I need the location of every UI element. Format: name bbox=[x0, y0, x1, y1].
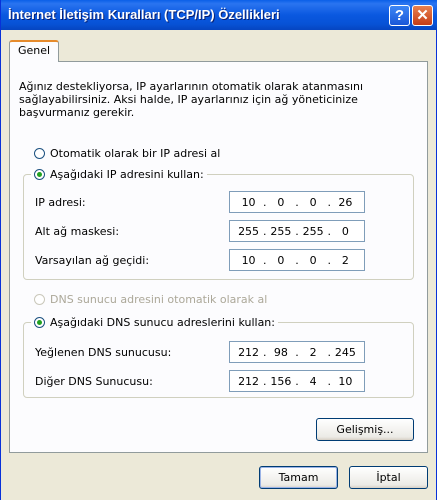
preferred-dns-label: Yeğlenen DNS sunucusu: bbox=[35, 346, 172, 359]
alternate-dns-label: Diğer DNS Sunucusu: bbox=[35, 375, 153, 388]
octet: 10 bbox=[241, 195, 256, 209]
radio-checked-icon bbox=[34, 317, 45, 328]
octet: 212 bbox=[238, 345, 260, 359]
octet: 212 bbox=[238, 374, 260, 388]
ip-address-input[interactable]: 10. 0. 0. 26 bbox=[229, 191, 365, 213]
octet: 0 bbox=[341, 224, 349, 238]
octet: 0 bbox=[277, 253, 285, 267]
octet: 255 bbox=[238, 224, 260, 238]
gateway-input[interactable]: 10. 0. 0. 2 bbox=[229, 249, 365, 271]
ok-button[interactable]: Tamam bbox=[259, 466, 338, 489]
ip-auto-radio[interactable]: Otomatik olarak bir IP adresi al bbox=[34, 147, 220, 160]
dns-manual-radio[interactable]: Aşağıdaki DNS sunucu adreslerini kullan: bbox=[31, 316, 278, 329]
ip-auto-label: Otomatik olarak bir IP adresi al bbox=[50, 147, 221, 160]
intro-text: Ağınız destekliyorsa, IP ayarlarının oto… bbox=[19, 80, 379, 119]
intro-line: sağlayabilirsiniz. Aksi halde, IP ayarla… bbox=[19, 93, 358, 106]
tab-genel[interactable]: Genel bbox=[9, 40, 59, 62]
octet: 10 bbox=[338, 374, 353, 388]
alternate-dns-input[interactable]: 212. 156. 4. 10 bbox=[229, 370, 365, 392]
window-title: İnternet İletişim Kuralları (TCP/IP) Öze… bbox=[8, 7, 280, 22]
ip-address-label: IP adresi: bbox=[35, 196, 86, 209]
octet: 0 bbox=[309, 195, 317, 209]
octet: 2 bbox=[309, 345, 317, 359]
octet: 98 bbox=[273, 345, 288, 359]
octet: 2 bbox=[341, 253, 349, 267]
octet: 26 bbox=[338, 195, 353, 209]
intro-line: başvurmanız gerekir. bbox=[19, 106, 135, 119]
radio-disabled-icon bbox=[34, 294, 45, 305]
subnet-mask-label: Alt ağ maskesi: bbox=[35, 225, 120, 238]
preferred-dns-input[interactable]: 212. 98. 2. 245 bbox=[229, 341, 365, 363]
dialog-window: İnternet İletişim Kuralları (TCP/IP) Öze… bbox=[0, 0, 437, 500]
intro-line: Ağınız destekliyorsa, IP ayarlarının oto… bbox=[19, 80, 364, 93]
dns-manual-label: Aşağıdaki DNS sunucu adreslerini kullan: bbox=[50, 316, 275, 329]
advanced-button[interactable]: Gelişmiş... bbox=[316, 418, 414, 441]
octet: 255 bbox=[270, 224, 292, 238]
octet: 255 bbox=[302, 224, 324, 238]
ip-manual-radio[interactable]: Aşağıdaki IP adresini kullan: bbox=[31, 168, 207, 181]
dns-auto-label: DNS sunucu adresini otomatik olarak al bbox=[50, 293, 268, 306]
cancel-button[interactable]: İptal bbox=[349, 466, 428, 489]
radio-checked-icon bbox=[34, 169, 45, 180]
title-bar[interactable]: İnternet İletişim Kuralları (TCP/IP) Öze… bbox=[1, 0, 437, 30]
close-button[interactable]: ✕ bbox=[412, 5, 433, 26]
octet: 4 bbox=[309, 374, 317, 388]
dns-auto-radio: DNS sunucu adresini otomatik olarak al bbox=[34, 293, 267, 306]
ip-manual-label: Aşağıdaki IP adresini kullan: bbox=[50, 168, 204, 181]
octet: 10 bbox=[241, 253, 256, 267]
radio-unchecked-icon bbox=[34, 148, 45, 159]
subnet-mask-input[interactable]: 255. 255. 255. 0 bbox=[229, 220, 365, 242]
octet: 0 bbox=[277, 195, 285, 209]
octet: 0 bbox=[309, 253, 317, 267]
octet: 156 bbox=[270, 374, 292, 388]
help-button[interactable]: ? bbox=[389, 5, 410, 26]
gateway-label: Varsayılan ağ geçidi: bbox=[35, 254, 150, 267]
octet: 245 bbox=[334, 345, 356, 359]
